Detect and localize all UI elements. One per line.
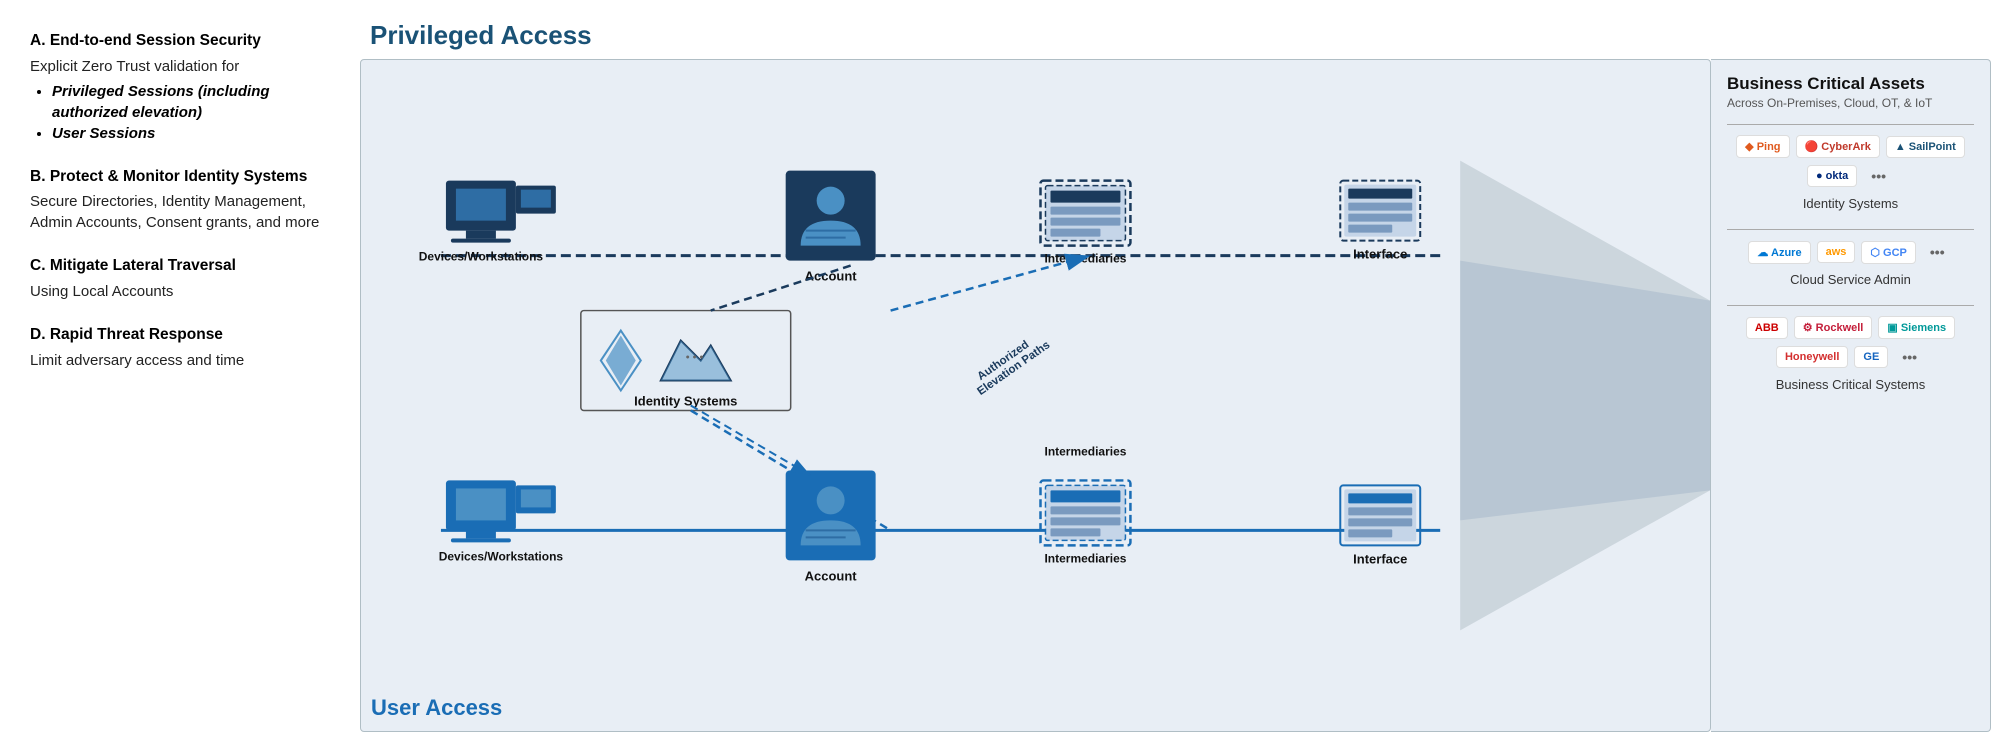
logo-azure: ☁ Azure [1748,241,1810,264]
logo-ping: ◆ Ping [1736,135,1789,158]
bca-title: Business Critical Assets [1727,74,1974,94]
section-a-title: A. End-to-end Session Security [30,30,340,52]
bullet-2: User Sessions [52,123,340,144]
section-c: C. Mitigate Lateral Traversal Using Loca… [30,255,340,302]
svg-text:Intermediaries: Intermediaries [1044,444,1126,458]
section-a: A. End-to-end Session Security Explicit … [30,30,340,144]
bca-section-cloud: ☁ Azure aws ⬡ GCP ••• Cloud Service Admi… [1727,240,1974,287]
svg-text:Devices/Workstations: Devices/Workstations [419,250,544,264]
svg-text:Interface: Interface [1353,551,1407,566]
diagram-svg: Devices/Workstations Account [360,59,1711,732]
logo-aws: aws [1817,241,1856,263]
logo-cyberark: 🔴 CyberArk [1796,135,1880,158]
svg-text:Intermediaries: Intermediaries [1044,551,1126,565]
svg-text:Interface: Interface [1353,247,1407,262]
bca-subtitle: Across On-Premises, Cloud, OT, & IoT [1727,96,1974,110]
logo-siemens: ▣ Siemens [1878,316,1955,339]
section-d-title: D. Rapid Threat Response [30,324,340,346]
bca-label-bcs: Business Critical Systems [1727,377,1974,392]
main-area: Privileged Access [360,20,1991,732]
left-panel: A. End-to-end Session Security Explicit … [20,20,360,732]
bullet-1: Privileged Sessions (including authorize… [52,81,340,123]
bca-section-bcs: ABB ⚙ Rockwell ▣ Siemens Honeywell GE ••… [1727,316,1974,392]
right-panel: Business Critical Assets Across On-Premi… [1711,59,1991,732]
bca-label-cloud: Cloud Service Admin [1727,272,1974,287]
diagram-container: Devices/Workstations Account [360,59,1991,732]
logo-abb: ABB [1746,317,1788,339]
svg-text:Intermediaries: Intermediaries [1044,252,1126,266]
bca-label-identity: Identity Systems [1727,196,1974,211]
logo-rockwell: ⚙ Rockwell [1794,316,1873,339]
logo-sailpoint: ▲ SailPoint [1886,136,1965,158]
section-d-body: Limit adversary access and time [30,350,340,371]
logo-okta: ● okta [1807,165,1857,187]
section-b-body: Secure Directories, Identity Management,… [30,191,340,233]
logo-dots-1: ••• [1863,164,1894,188]
logo-dots-3: ••• [1894,345,1925,369]
section-c-body: Using Local Accounts [30,281,340,302]
section-b: B. Protect & Monitor Identity Systems Se… [30,166,340,234]
svg-text:Account: Account [805,568,858,583]
section-c-title: C. Mitigate Lateral Traversal [30,255,340,277]
svg-text:• • •: • • • [686,352,704,364]
section-d: D. Rapid Threat Response Limit adversary… [30,324,340,371]
logo-dots-2: ••• [1922,240,1953,264]
logo-honeywell: Honeywell [1776,346,1848,368]
section-b-title: B. Protect & Monitor Identity Systems [30,166,340,188]
section-a-body: Explicit Zero Trust validation for [30,56,340,77]
section-a-bullets: Privileged Sessions (including authorize… [30,81,340,144]
bca-section-identity: ◆ Ping 🔴 CyberArk ▲ SailPoint ● okta •••… [1727,135,1974,211]
user-access-label: User Access [371,695,502,721]
logo-gcp: ⬡ GCP [1861,241,1916,264]
logo-ge: GE [1854,346,1888,368]
diagram-title: Privileged Access [360,20,1991,51]
svg-text:Identity Systems: Identity Systems [634,393,737,408]
svg-text:Devices/Workstations: Devices/Workstations [439,549,564,563]
